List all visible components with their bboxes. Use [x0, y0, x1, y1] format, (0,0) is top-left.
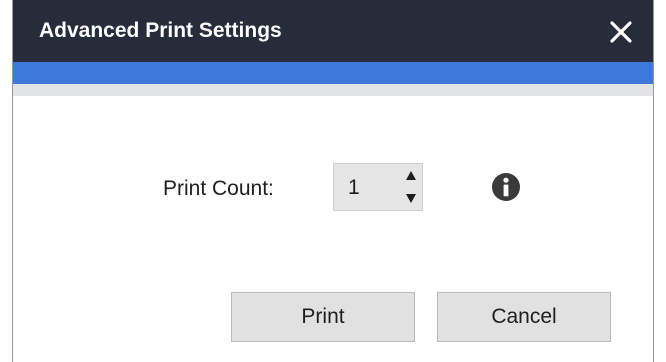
- title-bar[interactable]: Advanced Print Settings: [13, 0, 653, 62]
- print-count-stepper[interactable]: [333, 163, 423, 211]
- print-count-input[interactable]: [348, 176, 388, 200]
- triangle-down-icon: [406, 194, 416, 203]
- info-button[interactable]: [491, 172, 521, 202]
- print-settings-dialog: Advanced Print Settings Print Count: 1 P…: [12, 0, 654, 362]
- subheader-strip: [13, 84, 653, 96]
- stepper-arrows: [400, 164, 422, 210]
- info-icon: [492, 173, 520, 201]
- cancel-button[interactable]: Cancel: [437, 292, 611, 342]
- print-button[interactable]: Print: [231, 292, 415, 342]
- accent-strip: [13, 62, 653, 84]
- dialog-body: Print Count: 1 Print Cancel: [13, 96, 653, 362]
- triangle-up-icon: [406, 171, 416, 180]
- print-count-label: Print Count:: [163, 177, 274, 200]
- close-icon: [610, 21, 632, 43]
- increment-button[interactable]: [400, 164, 422, 187]
- dialog-title: Advanced Print Settings: [39, 19, 282, 42]
- decrement-button[interactable]: [400, 187, 422, 210]
- close-button[interactable]: [603, 14, 639, 50]
